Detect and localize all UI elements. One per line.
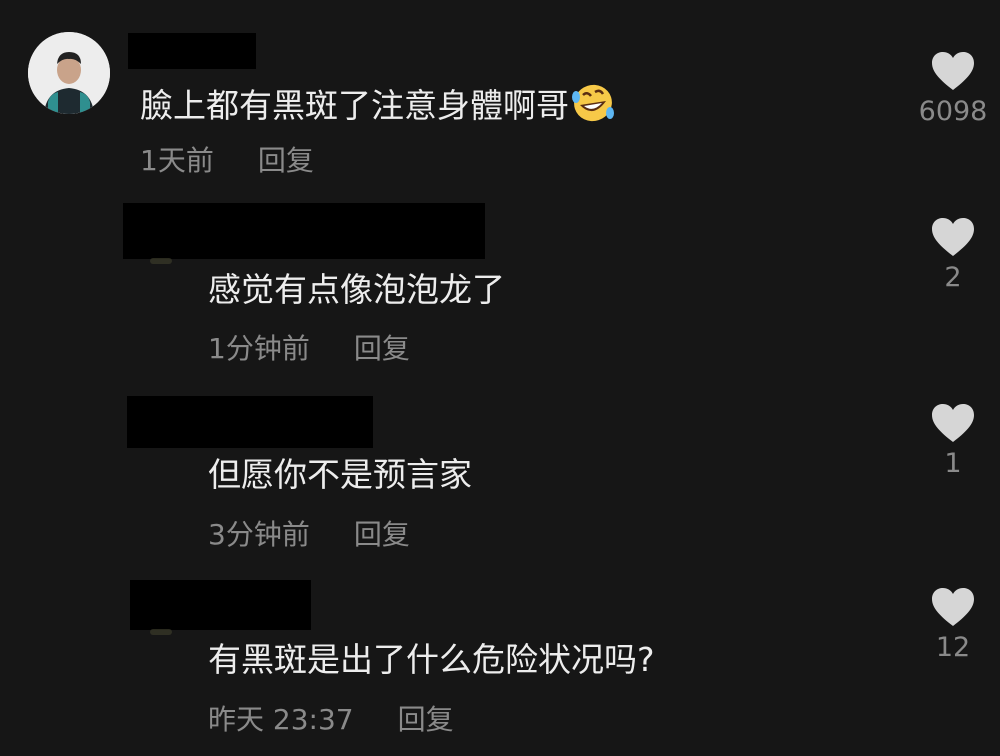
like-count: 12 (935, 632, 971, 663)
like-count: 6098 (918, 96, 988, 127)
comment-body: 臉上都有黑斑了注意身體啊哥 (140, 86, 569, 125)
reply-timestamp: 3分钟前 (208, 518, 310, 551)
reply-body: 但愿你不是预言家 (208, 455, 472, 494)
redacted-username (127, 396, 373, 448)
commenter-avatar[interactable] (28, 32, 110, 114)
like-button[interactable]: 6098 (908, 50, 998, 128)
reply-meta: 1分钟前 回复 (208, 332, 410, 366)
reply-text: 感觉有点像泡泡龙了 (208, 270, 505, 310)
reply-timestamp: 昨天 23:37 (208, 703, 354, 736)
heart-icon (932, 588, 974, 626)
reply-body: 有黑斑是出了什么危险状况吗? (208, 640, 655, 679)
heart-icon (932, 52, 974, 90)
comment-text: 臉上都有黑斑了注意身體啊哥 (140, 83, 615, 132)
reply-text: 但愿你不是预言家 (208, 455, 472, 495)
comment-meta: 1天前 回复 (140, 144, 314, 178)
like-button[interactable]: 2 (908, 216, 998, 294)
reply-text: 有黑斑是出了什么危险状况吗? (208, 640, 655, 680)
like-count: 1 (944, 448, 962, 479)
reply-avatar-fragment (150, 258, 172, 264)
heart-icon (932, 218, 974, 256)
reply-avatar-fragment (150, 629, 172, 635)
comment-timestamp: 1天前 (140, 144, 214, 177)
reply-button[interactable]: 回复 (258, 144, 314, 177)
reply-timestamp: 1分钟前 (208, 332, 310, 365)
like-count: 2 (944, 262, 962, 293)
laughing-tears-emoji-icon (571, 83, 615, 132)
reply-button[interactable]: 回复 (354, 332, 410, 365)
redacted-username (123, 203, 485, 259)
reply-meta: 3分钟前 回复 (208, 518, 410, 552)
reply-button[interactable]: 回复 (398, 703, 454, 736)
heart-icon (932, 404, 974, 442)
reply-meta: 昨天 23:37 回复 (208, 703, 454, 737)
redacted-username (130, 580, 311, 630)
avatar-person-icon (28, 32, 110, 114)
reply-button[interactable]: 回复 (354, 518, 410, 551)
like-button[interactable]: 1 (908, 402, 998, 480)
redacted-username (128, 33, 256, 69)
like-button[interactable]: 12 (908, 586, 998, 664)
reply-body: 感觉有点像泡泡龙了 (208, 270, 505, 309)
comment-thread: 臉上都有黑斑了注意身體啊哥 1天前 回复 6098 感觉有点像泡泡龙了 1分钟前回… (0, 0, 1000, 756)
